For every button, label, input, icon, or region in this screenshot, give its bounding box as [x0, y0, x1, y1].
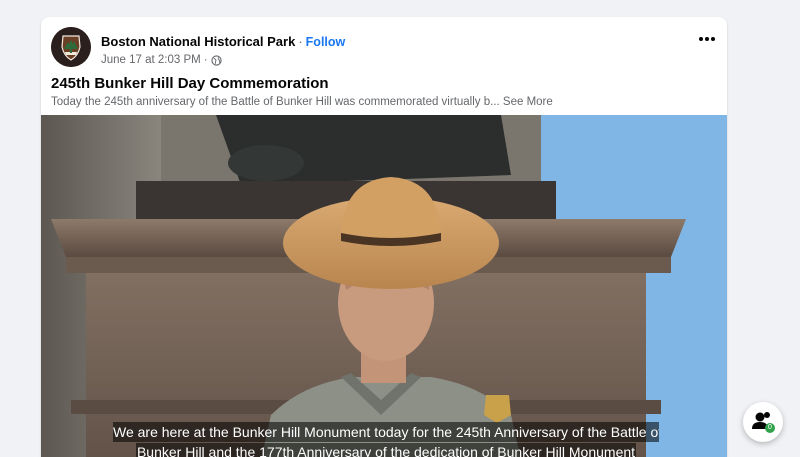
page-name-link[interactable]: Boston National Historical Park: [101, 34, 295, 49]
post-title: 245th Bunker Hill Day Commemoration: [51, 75, 329, 92]
more-options-icon: [699, 37, 715, 41]
post-card: Boston National Historical Park · Follow J…: [41, 17, 727, 457]
people-icon: [752, 412, 770, 429]
globe-icon: [210, 54, 222, 66]
nps-arrowhead-logo: [51, 27, 91, 67]
contacts-floating-button[interactable]: 0: [743, 402, 783, 442]
post-timestamp[interactable]: June 17 at 2:03 PM: [101, 54, 201, 66]
description-text: Today the 245th anniversary of the Battl…: [51, 96, 500, 108]
post-description: Today the 245th anniversary of the Battl…: [51, 96, 553, 108]
page-avatar[interactable]: [51, 27, 91, 67]
follow-button[interactable]: Follow: [306, 35, 346, 49]
meta-separator: ·: [203, 54, 208, 66]
post-meta: June 17 at 2:03 PM ·: [101, 54, 222, 66]
online-count-badge: 0: [765, 423, 775, 433]
video-caption-line-2: Bunker Hill and the 177th Anniversary of…: [136, 443, 636, 457]
page-name-line: Boston National Historical Park · Follow: [101, 34, 345, 49]
video-caption-line-1: We are here at the Bunker Hill Monument …: [113, 422, 659, 442]
video-player[interactable]: We are here at the Bunker Hill Monument …: [41, 115, 727, 457]
more-options-button[interactable]: [695, 29, 719, 49]
separator-dot: ·: [298, 34, 303, 49]
see-more-link[interactable]: See More: [503, 96, 553, 108]
video-frame: [41, 115, 727, 457]
